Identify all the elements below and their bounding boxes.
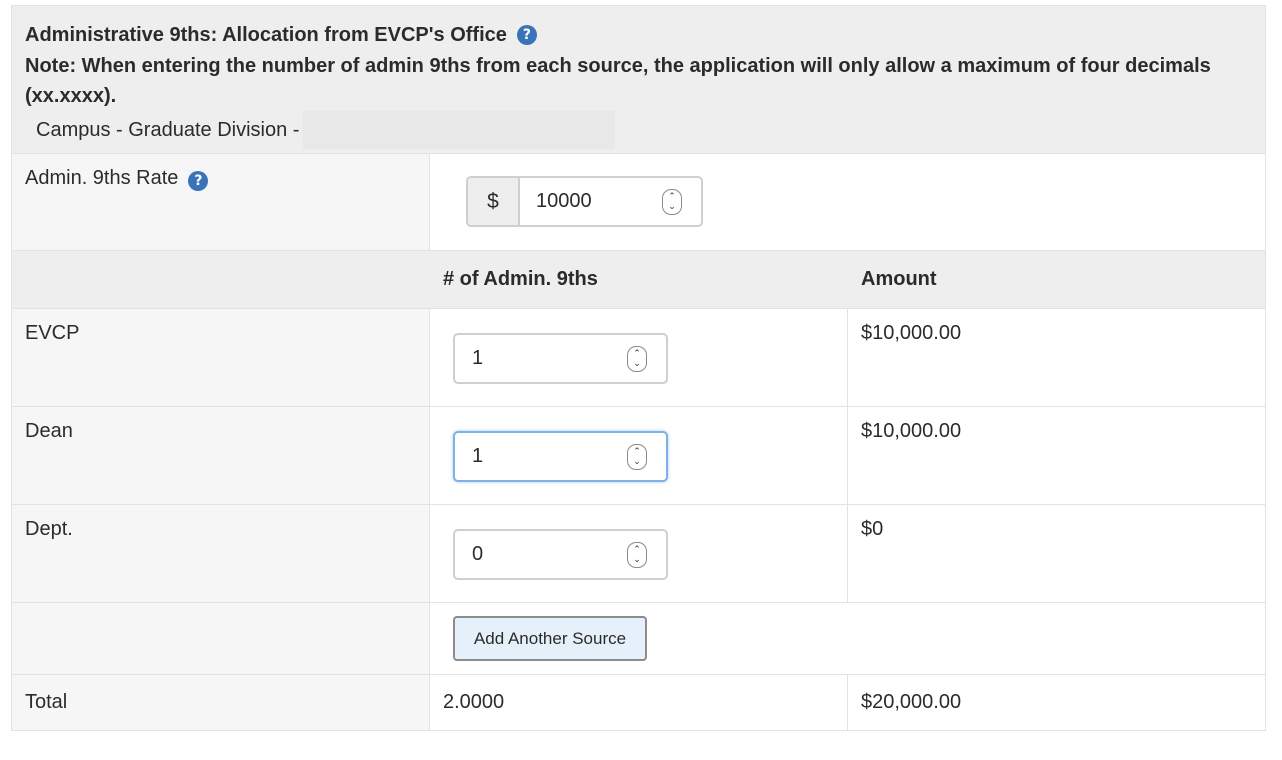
total-count: 2.0000 [430, 674, 848, 730]
add-row-blank-cell [12, 602, 430, 674]
source-label-dept: Dept. [12, 504, 430, 602]
source-amount-dean: $10,000.00 [848, 406, 1265, 504]
count-input-dept[interactable]: 0 ⌃ ⌄ [453, 529, 668, 580]
source-count-cell-evcp: 1 ⌃ ⌄ [430, 308, 848, 406]
rate-input-value: 10000 [536, 190, 592, 212]
source-label-dean: Dean [12, 406, 430, 504]
rate-help-icon[interactable]: ? [188, 171, 209, 191]
rate-label-cell: Admin. 9ths Rate ? [12, 153, 430, 250]
rate-input-cell: $ 10000 ⌃ ⌄ [430, 153, 1265, 250]
campus-redacted-field [303, 111, 616, 149]
currency-addon: $ [468, 178, 520, 225]
source-amount-dept: $0 [848, 504, 1265, 602]
source-amount-evcp: $10,000.00 [848, 308, 1265, 406]
count-input-value: 1 [472, 445, 484, 467]
add-source-cell: Add Another Source [430, 602, 1265, 674]
campus-label: Campus - Graduate Division - [36, 119, 300, 141]
count-input-value: 0 [472, 543, 484, 565]
count-spinner-icon[interactable]: ⌃ ⌄ [627, 541, 647, 568]
add-another-source-button[interactable]: Add Another Source [453, 616, 647, 661]
total-label: Total [12, 674, 430, 730]
header-blank-cell [12, 250, 430, 308]
count-spinner-icon[interactable]: ⌃ ⌄ [627, 345, 647, 372]
count-column-header: # of Admin. 9ths [430, 250, 848, 308]
help-icon[interactable]: ? [516, 25, 537, 45]
decimal-note: Note: When entering the number of admin … [25, 55, 1211, 107]
admin-ninths-panel: Administrative 9ths: Allocation from EVC… [11, 5, 1266, 731]
source-label-evcp: EVCP [12, 308, 430, 406]
panel-title-line: Administrative 9ths: Allocation from EVC… [25, 21, 1252, 49]
rate-input-group: $ 10000 ⌃ ⌄ [466, 176, 703, 227]
panel-header: Administrative 9ths: Allocation from EVC… [12, 6, 1265, 153]
rate-spinner-icon[interactable]: ⌃ ⌄ [662, 188, 682, 215]
total-amount: $20,000.00 [848, 674, 1265, 730]
count-input-dean[interactable]: 1 ⌃ ⌄ [453, 431, 668, 482]
panel-title: Administrative 9ths: Allocation from EVC… [25, 24, 507, 46]
source-count-cell-dean: 1 ⌃ ⌄ [430, 406, 848, 504]
campus-line: Campus - Graduate Division - [25, 111, 1252, 149]
count-spinner-icon[interactable]: ⌃ ⌄ [627, 443, 647, 470]
source-count-cell-dept: 0 ⌃ ⌄ [430, 504, 848, 602]
rate-input[interactable]: 10000 ⌃ ⌄ [520, 178, 701, 225]
count-input-value: 1 [472, 347, 484, 369]
allocation-table: Admin. 9ths Rate ? $ 10000 ⌃ ⌄ # of Admin… [12, 153, 1265, 730]
amount-column-header: Amount [848, 250, 1265, 308]
rate-label: Admin. 9ths Rate [25, 167, 179, 189]
count-input-evcp[interactable]: 1 ⌃ ⌄ [453, 333, 668, 384]
